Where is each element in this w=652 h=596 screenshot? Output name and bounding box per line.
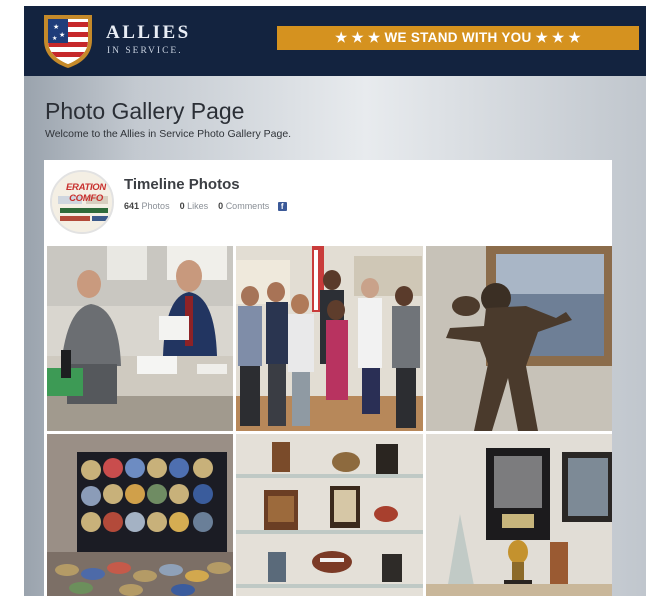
photo-statue[interactable] [426,246,612,431]
album-avatar[interactable]: ERATION COMFO [50,170,114,234]
photo-grid [47,246,612,596]
coins-image [47,434,233,596]
site-header: ★ ★ ★ ALLIES IN SERVICE. ★ ★ ★ WE STAND … [24,6,646,76]
photo-coins[interactable] [47,434,233,596]
shield-flag-logo-icon[interactable]: ★ ★ ★ [40,12,96,70]
page-frame: ★ ★ ★ ALLIES IN SERVICE. ★ ★ ★ WE STAND … [24,6,646,596]
photo-meeting[interactable] [47,246,233,431]
page-welcome-text: Welcome to the Allies in Service Photo G… [45,128,292,140]
album-title[interactable]: Timeline Photos [124,176,240,193]
brand-title[interactable]: ALLIES [106,22,191,44]
photo-group[interactable] [236,246,423,431]
frames-image [426,434,612,596]
group-image [236,246,423,431]
page-title: Photo Gallery Page [45,98,245,124]
comments-count: 0 [218,201,224,211]
statue-image [426,246,612,431]
album-stats: 641 Photos 0 Likes 0 Comments f [124,201,287,212]
brand-subtitle: IN SERVICE. [107,46,183,56]
photos-label: Photos [141,201,170,211]
main-content: Photo Gallery Page Welcome to the Allies… [24,76,646,596]
album-card: ERATION COMFO Timeline Photos 641 Photos… [44,160,612,596]
avatar-caption: ERATION COMFO [66,182,106,204]
photo-frames[interactable] [426,434,612,596]
meeting-image [47,246,233,431]
facebook-icon[interactable]: f [277,202,287,212]
banner-we-stand-with-you: ★ ★ ★ WE STAND WITH YOU ★ ★ ★ [277,26,639,50]
shelves-image [236,434,423,596]
likes-label: Likes [187,201,209,211]
photos-count: 641 [124,201,140,211]
svg-text:★: ★ [52,35,57,42]
comments-label: Comments [225,201,270,211]
svg-text:★: ★ [53,23,59,31]
photo-shelves[interactable] [236,434,423,596]
svg-text:★: ★ [59,31,65,39]
likes-count: 0 [179,201,185,211]
